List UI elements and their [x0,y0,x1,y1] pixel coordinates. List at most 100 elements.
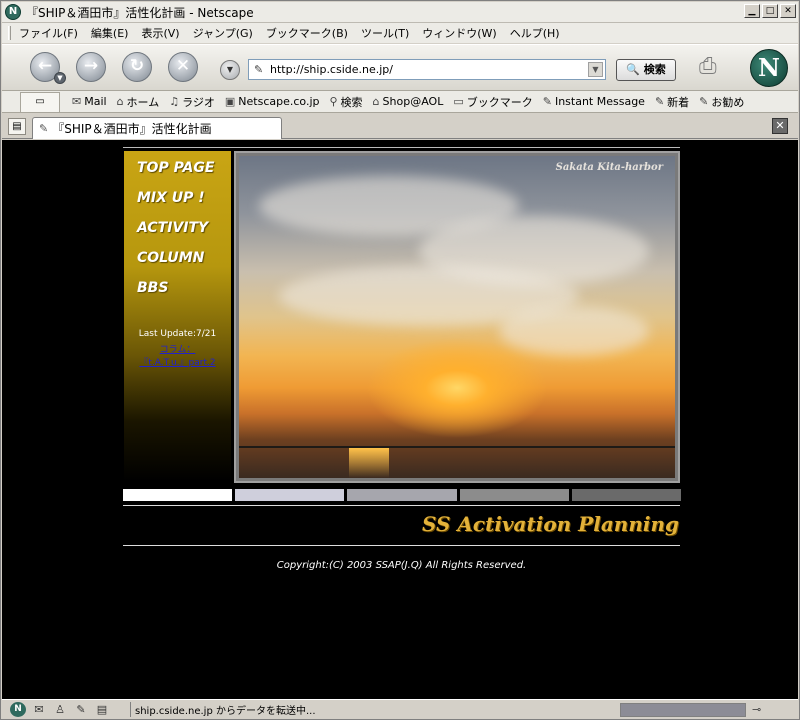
bookmark-recommend[interactable]: ✎ お勧め [699,94,744,110]
netscape-logo[interactable]: N [750,49,788,87]
menu-go[interactable]: ジャンプ(G) [193,25,253,41]
sidebar-toggle-icon[interactable]: ▭ [20,91,60,112]
bookmark-label: Netscape.co.jp [238,95,320,108]
url-input[interactable] [270,63,570,76]
url-dropdown-button[interactable]: ▼ [220,60,240,80]
new-tab-icon[interactable]: ▤ [8,118,26,135]
color-bars [123,489,682,501]
tab-label: 『SHIP＆酒田市』活性化計画 [52,122,212,136]
tab-bar: ▤ ✎ 『SHIP＆酒田市』活性化計画 ✕ [2,114,798,139]
divider [123,505,680,506]
bookmark-mail[interactable]: ✉ Mail [72,95,107,108]
stop-button[interactable]: ✕ [168,52,198,82]
color-bar [459,489,569,501]
bookmark-new[interactable]: ✎ 新着 [655,94,689,110]
menu-view[interactable]: 表示(V) [141,25,179,41]
bookmark-label: Shop@AOL [382,95,444,108]
divider [123,147,680,148]
personal-toolbar: ▭ ✉ Mail ⌂ ホーム ♫ ラジオ ▣ Netscape.co.jp ⚲ 検索 ⌂ S… [2,91,798,113]
forward-button[interactable]: → [76,52,106,82]
update-link-tatu[interactable]: 『t.A.T.u.』part.2 [124,355,231,368]
navigation-toolbar: ← ▼ → ↻ ✕ ▼ ✎ ▼ 🔍 検索 ⎙ N [2,44,798,91]
forward-arrow-icon: → [83,56,99,76]
nav-top-page[interactable]: TOP PAGE [137,160,214,176]
mail-icon[interactable]: ✉ [31,702,47,717]
address-book-icon[interactable]: ▤ [94,702,110,717]
url-bar[interactable]: ✎ ▼ [248,59,606,80]
url-history-dropdown[interactable]: ▼ [588,62,603,77]
search-button[interactable]: 🔍 検索 [616,59,676,81]
security-lock-icon[interactable]: ⊸ [752,703,761,716]
menu-edit[interactable]: 編集(E) [91,25,129,41]
photo-caption: Sakata Kita-harbor [555,162,663,173]
nav-mix-up[interactable]: MIX UP ! [137,190,205,206]
stop-icon: ✕ [175,56,191,76]
site-sidebar: TOP PAGE MIX UP ! ACTIVITY COLUMN BBS La… [124,151,231,481]
menu-help[interactable]: ヘルプ(H) [510,25,560,41]
last-update: Last Update:7/21 [138,329,217,339]
radio-icon: ♫ [169,95,180,108]
back-arrow-icon: ← [37,56,53,76]
browser-window: N 『SHIP＆酒田市』活性化計画 - Netscape ▁ □ ✕ ファイル(… [0,0,800,720]
search-icon: 🔍 [626,63,640,76]
close-window-button[interactable]: ✕ [780,4,796,18]
bookmark-bookmarks[interactable]: ▭ ブックマーク [453,94,532,110]
navigator-icon[interactable]: N [10,702,26,717]
progress-bar [620,702,746,717]
status-text: ship.cside.ne.jp からデータを転送中... [130,702,616,717]
menu-bookmarks[interactable]: ブックマーク(B) [266,25,348,41]
sunset-harbor-photo: Sakata Kita-harbor [239,156,675,478]
bookmark-label: Instant Message [554,95,645,108]
reload-button[interactable]: ↻ [122,52,152,82]
my-netscape-icon: ▣ [224,95,236,108]
color-bar [571,489,682,501]
back-history-dropdown[interactable]: ▼ [54,72,66,84]
maximize-button[interactable]: □ [762,4,778,18]
bookmark-label: 検索 [340,95,363,109]
minimize-button[interactable]: ▁ [744,4,760,18]
divider [123,545,680,546]
bookmark-netscape[interactable]: ▣ Netscape.co.jp [225,95,320,108]
bookmark-instant-message[interactable]: ✎ Instant Message [543,95,645,108]
back-button[interactable]: ← ▼ [30,52,66,84]
link-icon: ✎ [542,95,552,108]
bookmark-label: ホーム [126,95,160,109]
search-button-label: 検索 [643,63,666,76]
bookmark-shop[interactable]: ⌂ Shop@AOL [373,95,444,108]
nav-activity[interactable]: ACTIVITY [137,220,208,236]
bookmark-label: お勧め [711,95,745,109]
page-icon: ✎ [39,122,49,135]
bookmark-radio[interactable]: ♫ ラジオ [169,94,215,110]
menu-file[interactable]: ファイル(F) [19,25,78,41]
folder-icon: ▭ [453,95,464,108]
link-icon: ✎ [699,95,709,108]
copyright-text: Copyright:(C) 2003 SSAP(J.Q) All Rights … [276,560,527,571]
composer-icon[interactable]: ✎ [73,702,89,717]
print-icon[interactable]: ⎙ [699,54,731,82]
bookmark-label: Mail [84,95,107,108]
netscape-app-icon: N [5,4,21,20]
color-bar [235,489,345,501]
page-icon: ✎ [254,63,264,76]
title-bar: N 『SHIP＆酒田市』活性化計画 - Netscape ▁ □ ✕ [2,2,798,23]
status-bar: N ✉ ♙ ✎ ▤ ship.cside.ne.jp からデータを転送中... … [2,699,798,719]
update-link-column[interactable]: コラム： [124,342,231,355]
brand-logo: SS Activation Planning [421,512,679,536]
menu-tools[interactable]: ツール(T) [361,25,409,41]
mail-icon: ✉ [72,95,82,108]
nav-bbs[interactable]: BBS [137,280,168,296]
bookmark-home[interactable]: ⌂ ホーム [117,94,160,110]
home-icon: ⌂ [116,95,124,108]
close-tab-button[interactable]: ✕ [772,118,788,134]
link-icon: ✎ [654,95,665,108]
menu-bar: ファイル(F) 編集(E) 表示(V) ジャンプ(G) ブックマーク(B) ツー… [2,23,798,43]
instant-message-icon[interactable]: ♙ [52,702,68,717]
nav-column[interactable]: COLUMN [137,250,204,266]
tab-active[interactable]: ✎ 『SHIP＆酒田市』活性化計画 [32,117,282,139]
bookmark-search[interactable]: ⚲ 検索 [329,94,362,110]
window-title: 『SHIP＆酒田市』活性化計画 - Netscape [26,5,254,20]
toolbar-grip[interactable] [8,26,11,40]
hero-photo-frame: Sakata Kita-harbor [234,151,680,483]
shop-icon: ⌂ [372,95,380,108]
menu-window[interactable]: ウィンドウ(W) [422,25,496,41]
